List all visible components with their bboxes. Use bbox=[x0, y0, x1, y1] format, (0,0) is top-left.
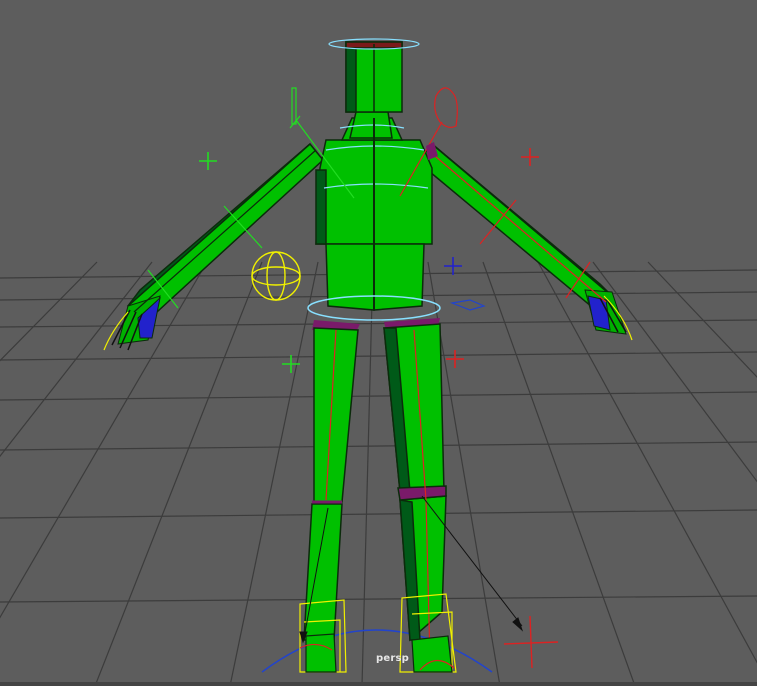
hip-arrow-control[interactable] bbox=[449, 299, 486, 311]
right-leg-mesh[interactable] bbox=[383, 323, 447, 642]
right-hand[interactable] bbox=[584, 289, 633, 341]
3d-scene[interactable] bbox=[0, 0, 757, 686]
green-locator-1[interactable] bbox=[199, 152, 217, 170]
blue-locator[interactable] bbox=[444, 257, 462, 275]
left-arm-mesh[interactable] bbox=[126, 142, 325, 324]
right-arm-mesh[interactable] bbox=[416, 142, 614, 314]
camera-name-label: persp bbox=[376, 653, 409, 664]
root-control-circle[interactable] bbox=[261, 629, 493, 673]
right-arm-joint bbox=[427, 149, 607, 303]
floor-grid bbox=[0, 261, 757, 686]
viewport-bottom-edge bbox=[0, 682, 757, 686]
left-ik-control[interactable] bbox=[251, 251, 301, 301]
green-locator-2[interactable] bbox=[282, 355, 300, 373]
red-locator-1[interactable] bbox=[521, 148, 539, 166]
perspective-viewport[interactable]: persp bbox=[0, 0, 757, 686]
red-locator-2[interactable] bbox=[446, 350, 464, 368]
right-foot-pole-control[interactable] bbox=[503, 615, 559, 669]
